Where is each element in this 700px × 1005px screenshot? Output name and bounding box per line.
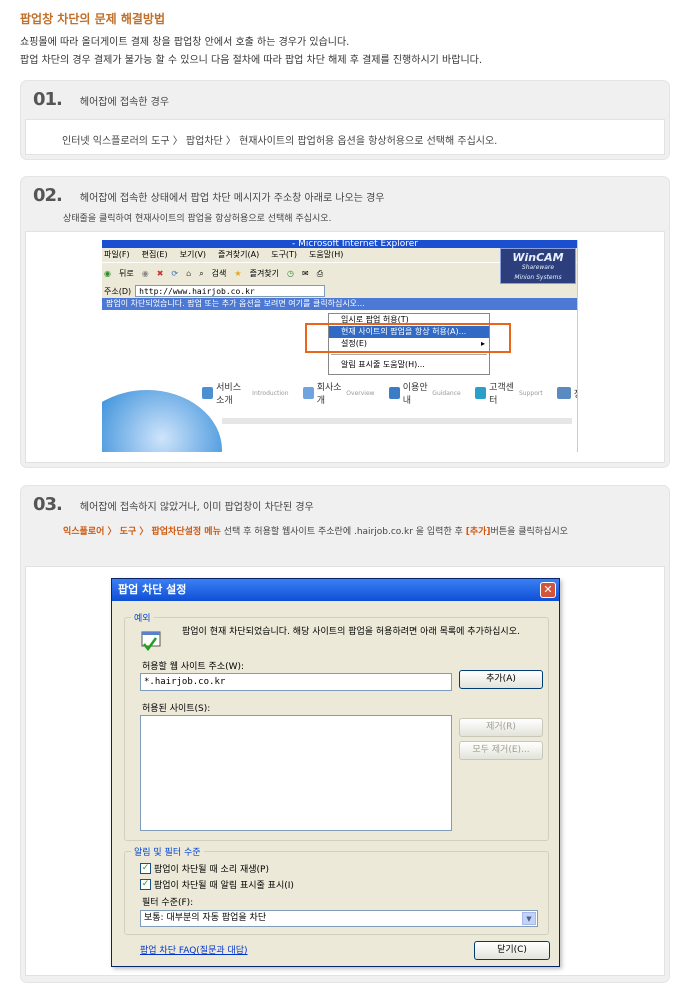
section-03-add-label: [추가] [465, 527, 491, 537]
section-02-title: 헤어잡에 접속한 상태에서 팝업 차단 메시지가 주소창 아래로 나오는 경우 [79, 193, 385, 204]
wincam-logo-sub1: Shareware [521, 264, 555, 271]
section-01-body: 인터넷 익스플로러의 도구 〉 팝업차단 〉 현재사이트의 팝업허용 옵션을 항… [25, 119, 665, 155]
section-02-number: 02. [33, 185, 63, 206]
intro-line-2: 팝업 차단의 경우 결제가 불가능 할 수 있으니 다음 절차에 따라 팝업 차… [20, 55, 483, 66]
chevron-down-icon[interactable]: ▼ [522, 912, 536, 925]
ie-back-label: 뒤로 [118, 269, 134, 278]
section-01: 01. 헤어잡에 접속한 경우 인터넷 익스플로러의 도구 〉 팝업차단 〉 현… [20, 80, 670, 160]
section-03-title: 헤어잡에 접속하지 않았거나, 이미 팝업창이 차단된 경우 [79, 502, 314, 513]
section-01-title: 헤어잡에 접속한 경우 [79, 97, 170, 108]
popup-blocker-dialog: 팝업 차단 설정 ✕ 예외 팝업이 현재 차단되었습니다. 해당 사이트의 팝업… [111, 578, 560, 967]
address-label: 허용할 웹 사이트 주소(W): [142, 662, 245, 672]
exceptions-group-label: 예외 [131, 611, 154, 624]
home-icon: ⌂ [186, 269, 192, 278]
refresh-icon: ⟳ [171, 269, 179, 278]
site-nav-support: 고객센터 Support [474, 380, 543, 406]
section-01-number: 01. [33, 89, 63, 110]
intro-line-1: 쇼핑몰에 따라 올더게이트 결제 창을 팝업창 안에서 호출 하는 경우가 있습… [20, 37, 350, 48]
site-content-line [222, 418, 572, 424]
site-nav-service: 서비스소개 Introduction [202, 380, 289, 406]
ie-info-bar: 팝업이 차단되었습니다. 팝업 또는 추가 옵션을 보려면 여기를 클릭하십시오… [102, 298, 577, 310]
remove-button[interactable]: 제거(R) [459, 718, 543, 737]
section-02-text: 상태줄을 클릭하여 현재사이트의 팝업을 항상허용으로 선택해 주십시오. [63, 214, 332, 224]
ctx-separator [331, 354, 487, 355]
support-icon [474, 387, 487, 399]
back-icon: ◉ [104, 269, 111, 278]
ie-favorites-label: 즐겨찾기 [249, 269, 280, 278]
section-01-text: 인터넷 익스플로러의 도구 〉 팝업차단 〉 현재사이트의 팝업허용 옵션을 항… [62, 136, 498, 147]
notify-group-label: 알림 및 필터 수준 [131, 845, 204, 858]
site-nav-more: 정 [556, 380, 577, 406]
ie-menu-help: 도움말(H) [309, 250, 344, 259]
remove-all-button[interactable]: 모두 제거(E)... [459, 741, 543, 760]
site-nav-company: 회사소개 Overview [302, 380, 375, 406]
search-icon: ⌕ [199, 268, 204, 278]
ie-search-label: 검색 [211, 269, 227, 278]
mail-icon: ✉ [302, 269, 309, 278]
forward-icon: ◉ [141, 269, 149, 278]
section-03-header: 03. 헤어잡에 접속하지 않았거나, 이미 팝업창이 차단된 경우 [33, 494, 314, 515]
site-nav-service-label: 서비스소개 [216, 383, 241, 406]
ie-address-label: 주소(D) [104, 286, 132, 296]
filter-level-label: 필터 수준(F): [142, 898, 194, 908]
highlight-frame [305, 323, 511, 353]
check-icon[interactable]: ✓ [140, 863, 151, 874]
section-03-number: 03. [33, 494, 63, 515]
ie-address-field: http://www.hairjob.co.kr [135, 285, 326, 297]
ctx-item-help: 알림 표시줄 도움말(H)... [341, 360, 425, 369]
site-nav-service-sub: Introduction [252, 389, 289, 397]
dialog-info-text: 팝업이 현재 차단되었습니다. 해당 사이트의 팝업을 허용하려면 아래 목록에… [182, 627, 520, 637]
filter-level-value: 보통: 대부분의 자동 팝업을 차단 [144, 913, 267, 923]
address-input[interactable]: *.hairjob.co.kr [140, 673, 452, 691]
section-02-header: 02. 헤어잡에 접속한 상태에서 팝업 차단 메시지가 주소창 아래로 나오는… [33, 185, 385, 206]
ie-title-bar: - Microsoft Internet Explorer [102, 240, 577, 249]
site-nav-guide: 이용안내 Guidance [388, 380, 461, 406]
guide-icon [388, 387, 400, 399]
page-title: 팝업창 차단의 문제 해결방법 [20, 12, 166, 26]
ie-address-bar: 주소(D) http://www.hairjob.co.kr [102, 284, 577, 298]
ie-menu-favorites: 즐겨찾기(A) [218, 250, 260, 259]
section-03-text: 익스플로어 〉 도구 〉 팝업차단설정 메뉴 선택 후 허용할 웹사이트 주소란… [63, 524, 568, 537]
history-icon: ◷ [287, 269, 295, 278]
site-nav-more-label: 정 [574, 387, 577, 400]
site-nav-guide-sub: Guidance [432, 389, 461, 397]
site-nav-company-label: 회사소개 [316, 383, 342, 406]
sound-checkbox-row[interactable]: ✓ 팝업이 차단될 때 소리 재생(P) [140, 862, 269, 875]
close-icon[interactable]: ✕ [540, 582, 556, 598]
wincam-logo: WinCAM Shareware Minion Systems [500, 248, 576, 284]
section-03-end: 버튼을 클릭하십시오 [490, 527, 568, 537]
site-nav-support-label: 고객센터 [489, 383, 514, 406]
ie-menu-edit: 편집(E) [141, 250, 168, 259]
ie-menu-tools: 도구(T) [271, 250, 298, 259]
site-nav: 서비스소개 Introduction 회사소개 Overview 이용안내 Guida… [202, 380, 577, 406]
dialog-title: 팝업 차단 설정 [118, 583, 187, 596]
info-window-icon [141, 631, 161, 651]
site-nav-guide-label: 이용안내 [402, 383, 428, 406]
company-icon [302, 387, 314, 399]
sound-checkbox-label: 팝업이 차단될 때 소리 재생(P) [154, 865, 269, 875]
section-03-menu-path: 익스플로어 〉 도구 〉 팝업차단설정 메뉴 [63, 527, 221, 537]
wincam-logo-sub2: Minion Systems [514, 274, 562, 281]
stop-icon: ✖ [156, 269, 164, 278]
check-icon[interactable]: ✓ [140, 879, 151, 890]
filter-level-select[interactable]: 보통: 대부분의 자동 팝업을 차단 ▼ [140, 910, 538, 927]
ie-menu-file: 파일(F) [104, 250, 130, 259]
allowed-sites-label: 허용된 사이트(S): [142, 704, 211, 714]
infobar-checkbox-label: 팝업이 차단될 때 알림 표시줄 표시(I) [154, 881, 294, 891]
ie-menu-view: 보기(V) [179, 250, 207, 259]
add-button[interactable]: 추가(A) [459, 670, 543, 689]
pencil-icon [556, 387, 571, 399]
faq-link[interactable]: 팝업 차단 FAQ(질문과 대답) [140, 943, 248, 956]
print-icon: ⎙ [316, 268, 324, 278]
infobar-checkbox-row[interactable]: ✓ 팝업이 차단될 때 알림 표시줄 표시(I) [140, 878, 294, 891]
section-01-header: 01. 헤어잡에 접속한 경우 [33, 89, 169, 110]
dialog-title-bar: 팝업 차단 설정 ✕ [112, 579, 559, 601]
site-nav-company-sub: Overview [346, 389, 375, 397]
favorites-icon: ★ [234, 269, 242, 278]
close-button[interactable]: 닫기(C) [474, 941, 550, 960]
section-03-mid: 선택 후 허용할 웹사이트 주소란에 .hairjob.co.kr 을 입력한 … [220, 527, 466, 537]
site-nav-support-sub: Support [519, 389, 543, 397]
allowed-sites-list[interactable] [140, 715, 452, 831]
service-icon [202, 387, 214, 399]
